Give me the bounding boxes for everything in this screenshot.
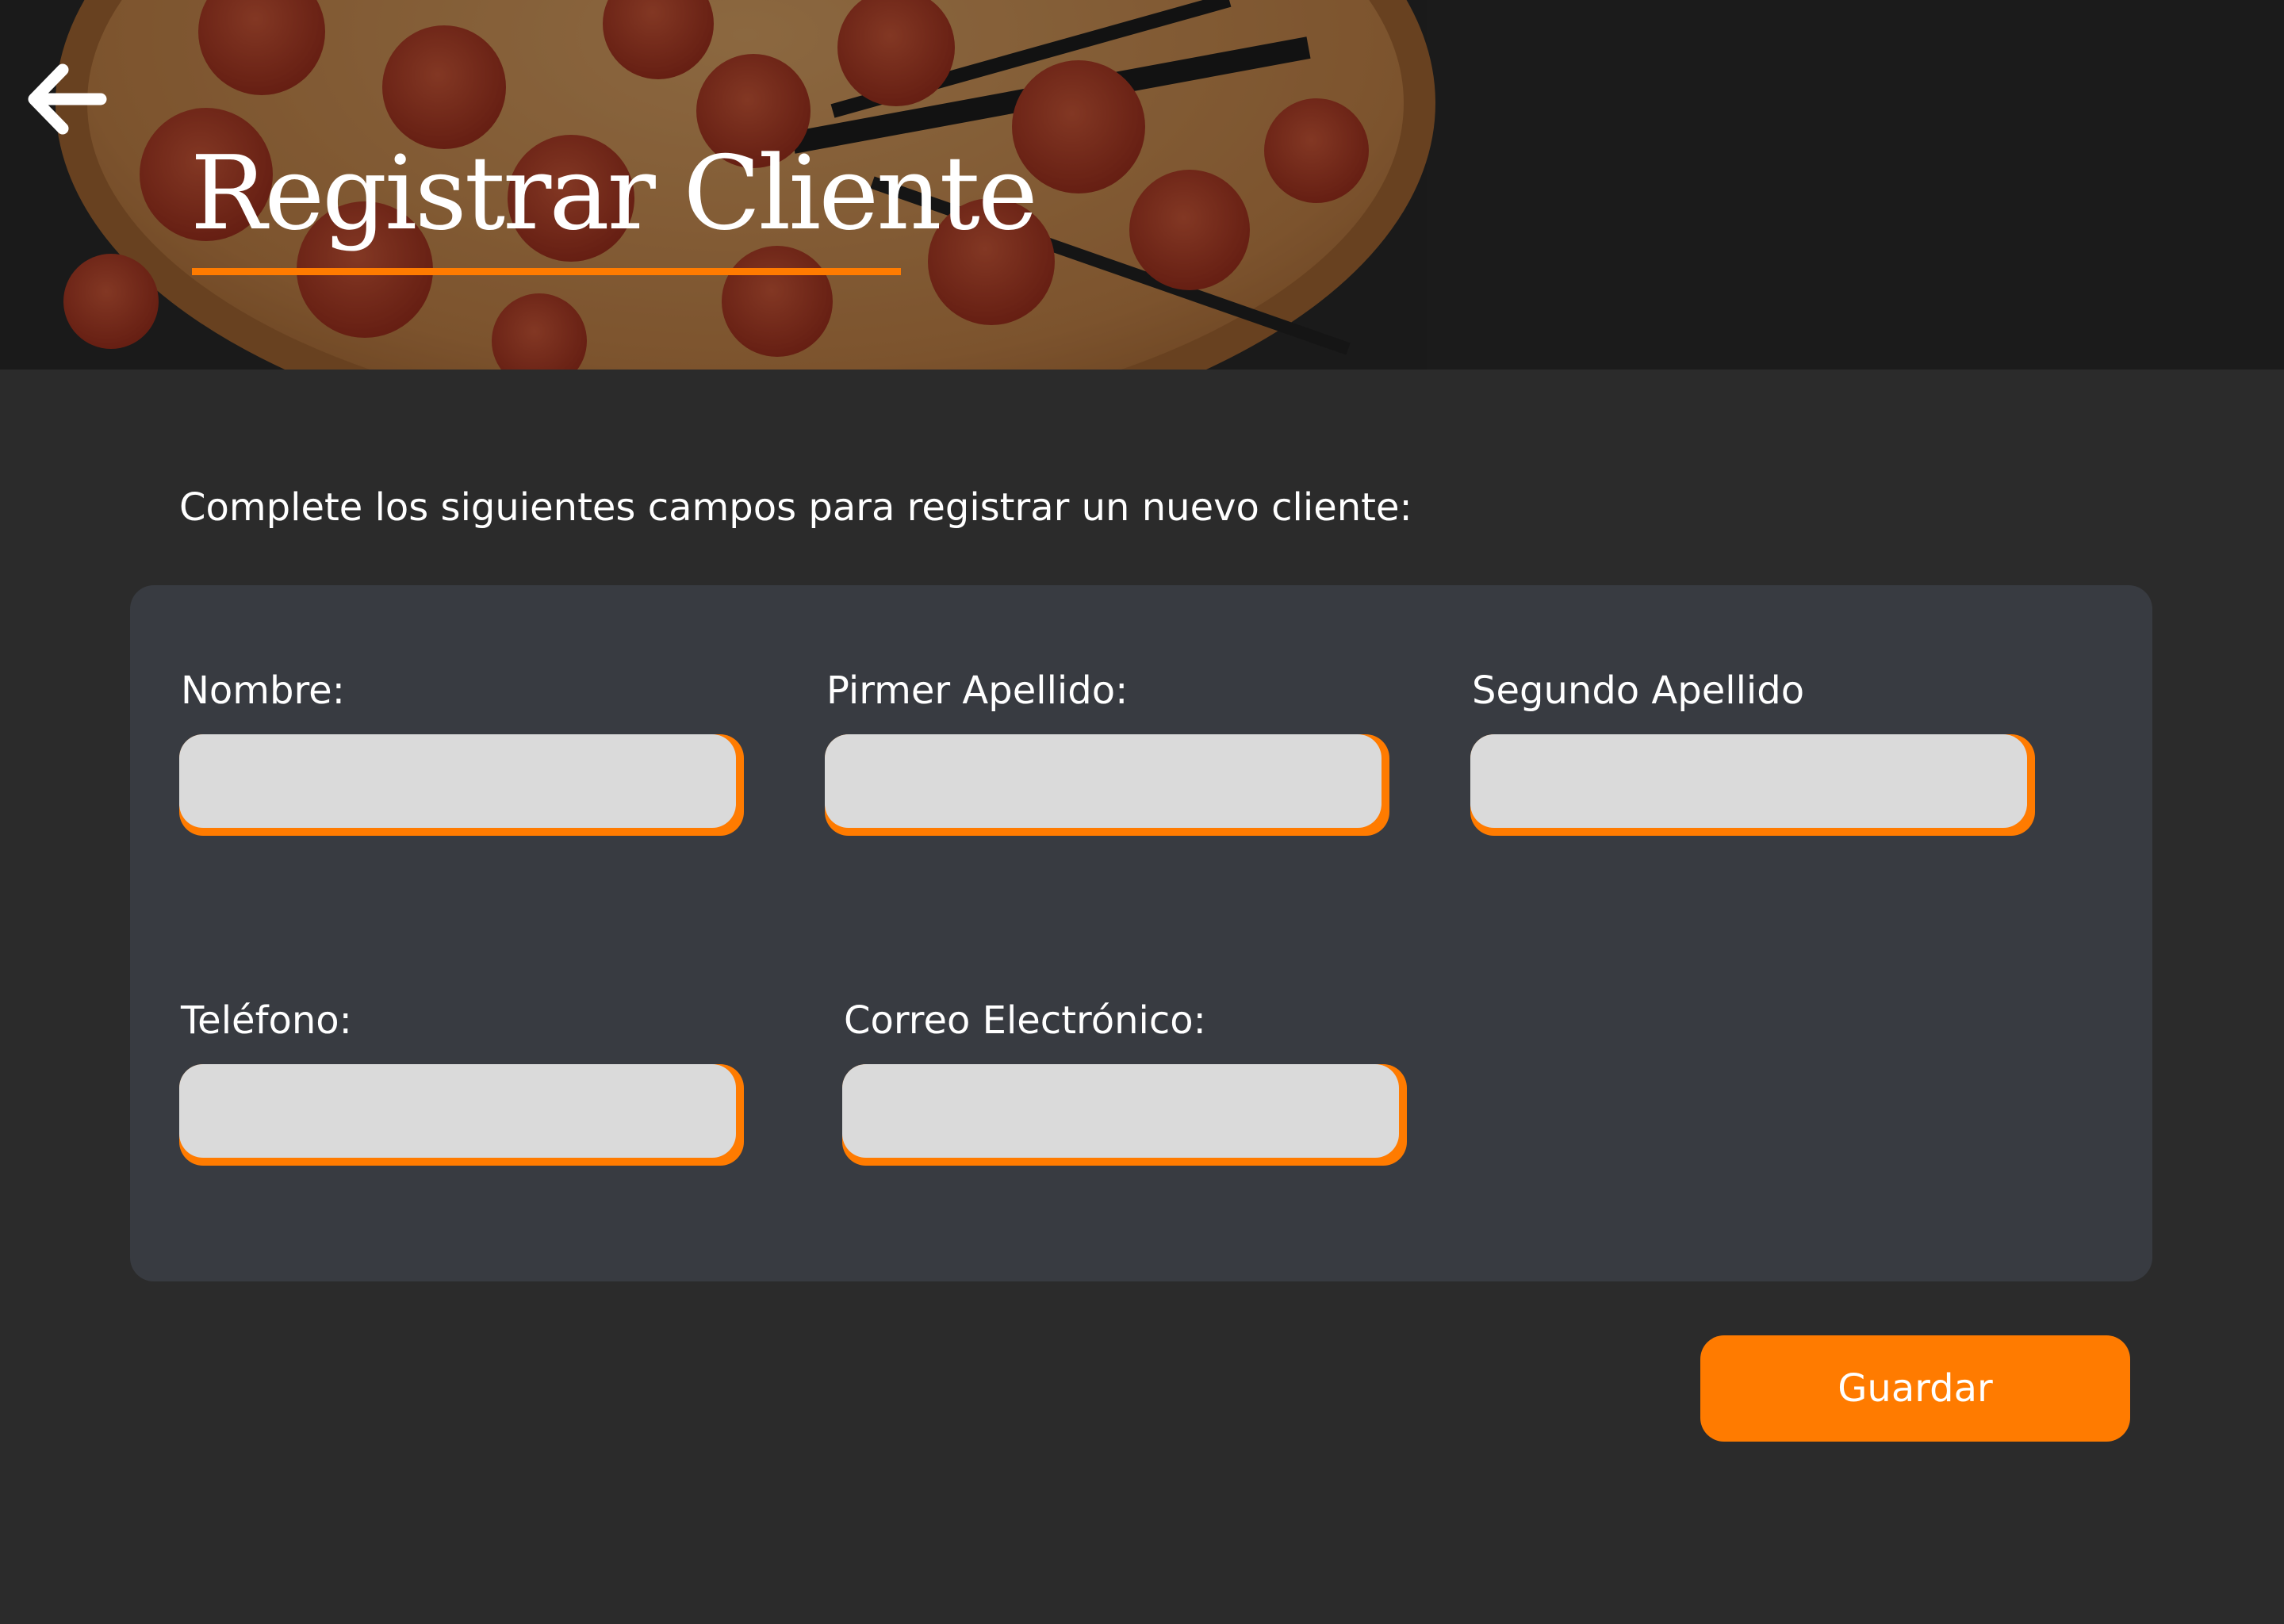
correo-field bbox=[842, 1064, 1407, 1166]
telefono-field bbox=[179, 1064, 744, 1166]
telefono-label: Teléfono: bbox=[181, 998, 352, 1043]
correo-input[interactable] bbox=[842, 1064, 1399, 1158]
header-banner: Registrar Cliente bbox=[0, 0, 2284, 370]
nombre-label: Nombre: bbox=[181, 668, 345, 713]
title-underline bbox=[192, 268, 901, 275]
form-instructions: Complete los siguientes campos para regi… bbox=[179, 485, 1412, 530]
telefono-input[interactable] bbox=[179, 1064, 736, 1158]
back-button[interactable] bbox=[24, 56, 111, 143]
primer-apellido-input[interactable] bbox=[825, 734, 1382, 828]
arrow-left-icon bbox=[28, 63, 107, 135]
primer-apellido-label: Pirmer Apellido: bbox=[826, 668, 1129, 713]
correo-label: Correo Electrónico: bbox=[844, 998, 1206, 1043]
nombre-input[interactable] bbox=[179, 734, 736, 828]
primer-apellido-field bbox=[825, 734, 1389, 836]
segundo-apellido-field bbox=[1470, 734, 2035, 836]
form-panel: Nombre: Pirmer Apellido: Segundo Apellid… bbox=[130, 585, 2152, 1281]
nombre-field bbox=[179, 734, 744, 836]
segundo-apellido-input[interactable] bbox=[1470, 734, 2027, 828]
register-client-page: Registrar Cliente Complete los siguiente… bbox=[0, 0, 2284, 1624]
save-button[interactable]: Guardar bbox=[1700, 1335, 2130, 1442]
segundo-apellido-label: Segundo Apellido bbox=[1472, 668, 1805, 713]
page-title: Registrar Cliente bbox=[190, 135, 1038, 253]
